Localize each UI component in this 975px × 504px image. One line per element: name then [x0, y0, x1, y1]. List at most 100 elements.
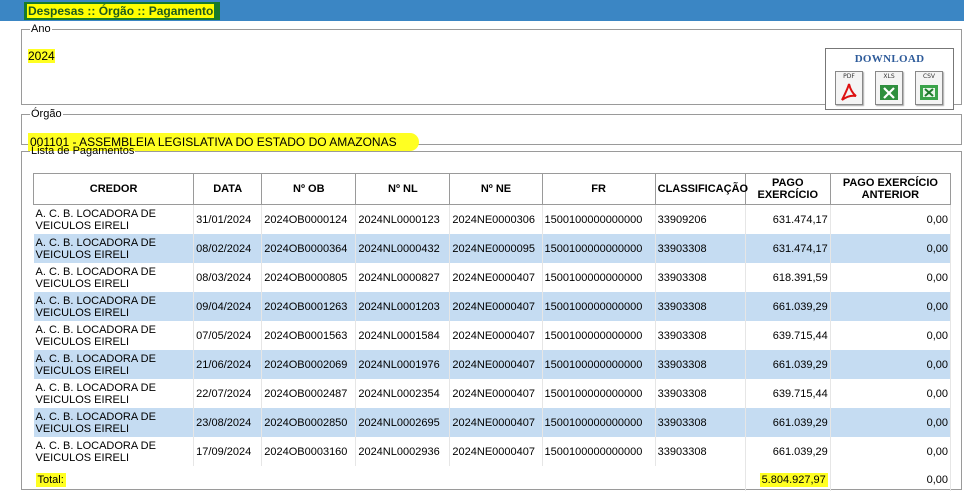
col-ob: Nº OB [261, 173, 357, 205]
cell-nob: 2024OB0002850 [261, 408, 357, 437]
cell-fr: 1500100000000000 [542, 263, 656, 292]
pdf-logo-icon [841, 83, 857, 101]
cell-classificacao: 33903308 [655, 437, 746, 466]
cell-data: 08/03/2024 [193, 263, 263, 292]
total-label: Total: [35, 473, 66, 487]
cell-pago-exercicio: 661.039,29 [745, 292, 831, 321]
table-header-row: CREDOR DATA Nº OB Nº NL Nº NE FR CLASSIF… [32, 173, 952, 205]
cell-pago-exercicio: 661.039,29 [745, 437, 831, 466]
ano-fieldset: Ano 2024 DOWNLOAD PDF XLS CSV [21, 23, 962, 110]
cell-nnl: 2024NL0001976 [355, 350, 451, 379]
cell-fr: 1500100000000000 [542, 379, 656, 408]
cell-classificacao: 33903308 [655, 408, 746, 437]
col-pago-exercicio-anterior: PAGO EXERCÍCIO ANTERIOR [829, 173, 952, 205]
cell-credor: A. C. B. LOCADORA DE VEICULOS EIRELI [33, 234, 195, 263]
cell-classificacao: 33903308 [655, 234, 746, 263]
cell-nne: 2024NE0000407 [449, 437, 543, 466]
cell-nne: 2024NE0000306 [449, 204, 543, 234]
cell-pago-exercicio: 631.474,17 [745, 234, 831, 263]
cell-classificacao: 33903308 [655, 379, 746, 408]
cell-credor: A. C. B. LOCADORA DE VEICULOS EIRELI [33, 408, 195, 437]
table-row: A. C. B. LOCADORA DE VEICULOS EIRELI 17/0… [33, 437, 952, 466]
cell-credor: A. C. B. LOCADORA DE VEICULOS EIRELI [33, 321, 195, 350]
table-row: A. C. B. LOCADORA DE VEICULOS EIRELI 31/0… [33, 204, 952, 234]
cell-nob: 2024OB0000124 [261, 204, 357, 234]
cell-data: 21/06/2024 [193, 350, 263, 379]
cell-classificacao: 33909206 [655, 204, 746, 234]
cell-nne: 2024NE0000095 [449, 234, 543, 263]
cell-data: 09/04/2024 [193, 292, 263, 321]
table-row: A. C. B. LOCADORA DE VEICULOS EIRELI 08/0… [33, 234, 952, 263]
cell-credor: A. C. B. LOCADORA DE VEICULOS EIRELI [33, 350, 195, 379]
cell-pago-exercicio-anterior: 0,00 [830, 350, 952, 379]
cell-pago-exercicio-anterior: 0,00 [830, 263, 952, 292]
download-panel: DOWNLOAD PDF XLS CSV [825, 48, 954, 110]
cell-pago-exercicio-anterior: 0,00 [830, 292, 952, 321]
cell-pago-exercicio: 661.039,29 [745, 408, 831, 437]
header-bar: Despesas :: Órgão :: Pagamento [0, 0, 964, 21]
cell-pago-exercicio: 618.391,59 [745, 263, 831, 292]
cell-nnl: 2024NL0001203 [355, 292, 451, 321]
cell-nne: 2024NE0000407 [449, 408, 543, 437]
cell-fr: 1500100000000000 [542, 204, 656, 234]
cell-classificacao: 33903308 [655, 292, 746, 321]
total-row: Total: 5.804.927,97 0,00 [33, 466, 952, 491]
cell-fr: 1500100000000000 [542, 408, 656, 437]
cell-nob: 2024OB0000805 [261, 263, 357, 292]
cell-nne: 2024NE0000407 [449, 292, 543, 321]
xls-icon[interactable]: XLS [875, 71, 903, 105]
cell-nnl: 2024NL0002695 [355, 408, 451, 437]
page-title-box: Despesas :: Órgão :: Pagamento [24, 2, 221, 20]
cell-credor: A. C. B. LOCADORA DE VEICULOS EIRELI [33, 292, 195, 321]
cell-pago-exercicio-anterior: 0,00 [830, 437, 952, 466]
cell-nne: 2024NE0000407 [449, 350, 543, 379]
csv-icon[interactable]: CSV [915, 71, 943, 105]
cell-nob: 2024OB0001263 [261, 292, 357, 321]
table-row: A. C. B. LOCADORA DE VEICULOS EIRELI 22/0… [33, 379, 952, 408]
cell-fr: 1500100000000000 [542, 350, 656, 379]
cell-pago-exercicio: 639.715,44 [745, 379, 831, 408]
cell-data: 17/09/2024 [193, 437, 263, 466]
cell-pago-exercicio-anterior: 0,00 [830, 204, 952, 234]
table-row: A. C. B. LOCADORA DE VEICULOS EIRELI 21/0… [33, 350, 952, 379]
cell-fr: 1500100000000000 [542, 321, 656, 350]
lista-legend: Lista de Pagamentos [31, 145, 135, 157]
col-ne: Nº NE [449, 173, 543, 205]
cell-data: 07/05/2024 [193, 321, 263, 350]
cell-data: 22/07/2024 [193, 379, 263, 408]
cell-nnl: 2024NL0000827 [355, 263, 451, 292]
cell-nob: 2024OB0001563 [261, 321, 357, 350]
cell-data: 31/01/2024 [193, 204, 263, 234]
download-title: DOWNLOAD [854, 53, 925, 65]
cell-nob: 2024OB0002487 [261, 379, 357, 408]
cell-nob: 2024OB0002069 [261, 350, 357, 379]
cell-credor: A. C. B. LOCADORA DE VEICULOS EIRELI [33, 204, 195, 234]
col-fr: FR [541, 173, 656, 205]
cell-pago-exercicio: 639.715,44 [745, 321, 831, 350]
table-row: A. C. B. LOCADORA DE VEICULOS EIRELI 23/0… [33, 408, 952, 437]
cell-classificacao: 33903308 [655, 263, 746, 292]
cell-classificacao: 33903308 [655, 350, 746, 379]
cell-pago-exercicio-anterior: 0,00 [830, 408, 952, 437]
cell-fr: 1500100000000000 [542, 234, 656, 263]
cell-nnl: 2024NL0000123 [355, 204, 451, 234]
page-title: Despesas :: Órgão :: Pagamento [27, 4, 215, 18]
pdf-icon[interactable]: PDF [835, 71, 863, 105]
cell-pago-exercicio: 631.474,17 [745, 204, 831, 234]
col-nl: Nº NL [355, 173, 451, 205]
cell-nne: 2024NE0000407 [449, 263, 543, 292]
table-row: A. C. B. LOCADORA DE VEICULOS EIRELI 07/0… [33, 321, 952, 350]
cell-credor: A. C. B. LOCADORA DE VEICULOS EIRELI [33, 379, 195, 408]
cell-credor: A. C. B. LOCADORA DE VEICULOS EIRELI [33, 263, 195, 292]
cell-nne: 2024NE0000407 [449, 379, 543, 408]
payments-table: CREDOR DATA Nº OB Nº NL Nº NE FR CLASSIF… [32, 173, 952, 491]
csv-logo-icon [920, 85, 938, 100]
cell-pago-exercicio: 661.039,29 [745, 350, 831, 379]
orgao-fieldset: Órgão 001101 - ASSEMBLEIA LEGISLATIVA DO… [21, 108, 962, 151]
cell-nnl: 2024NL0000432 [355, 234, 451, 263]
ano-legend: Ano [31, 23, 51, 35]
cell-pago-exercicio-anterior: 0,00 [830, 379, 952, 408]
cell-nnl: 2024NL0001584 [355, 321, 451, 350]
cell-fr: 1500100000000000 [542, 437, 656, 466]
col-classificacao: CLASSIFICAÇÃO [654, 173, 748, 205]
